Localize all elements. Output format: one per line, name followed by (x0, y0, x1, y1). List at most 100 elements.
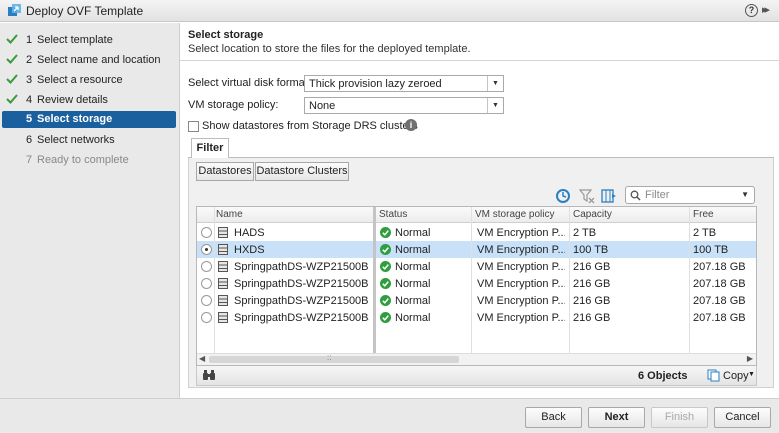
cell-status: Normal (395, 278, 431, 290)
wizard-footer: Back Next Finish Cancel (0, 398, 779, 433)
disk-format-select[interactable]: Thick provision lazy zeroed ▼ (304, 75, 504, 92)
cell-free: 207.18 GB (693, 278, 746, 290)
table-row[interactable]: HXDS Normal VM Encryption P... 100 TB 10… (197, 241, 756, 258)
cancel-button[interactable]: Cancel (714, 407, 771, 428)
expand-icon[interactable]: ▸▸ (762, 3, 770, 16)
cell-name: SpringpathDS-WZP21500BGN (234, 278, 369, 290)
refresh-icon[interactable] (555, 188, 571, 204)
row-radio[interactable] (201, 244, 212, 255)
object-count: 6 Objects (638, 370, 688, 382)
check-icon (6, 74, 18, 84)
show-drs-checkbox[interactable] (188, 121, 199, 132)
step-select-networks[interactable]: 6 Select networks (2, 132, 176, 149)
cell-free: 2 TB (693, 227, 717, 239)
main-content: Select storage Select location to store … (180, 23, 779, 398)
step-label: Select template (37, 34, 113, 46)
cell-status: Normal (395, 295, 431, 307)
datastore-icon (218, 244, 228, 255)
column-divider (214, 207, 215, 365)
binoculars-icon[interactable] (202, 370, 216, 381)
table-row[interactable]: SpringpathDS-WZP21500BF3 Normal VM Encry… (197, 258, 756, 275)
chevron-down-icon[interactable]: ▼ (487, 76, 503, 91)
check-icon (6, 34, 18, 44)
cell-capacity: 216 GB (573, 261, 611, 273)
next-button[interactable]: Next (588, 407, 645, 428)
horizontal-scrollbar[interactable]: ◀ :: ▶ (197, 353, 756, 365)
table-row[interactable]: SpringpathDS-WZP21500BJ4 Normal VM Encry… (197, 309, 756, 326)
row-radio[interactable] (201, 312, 212, 323)
step-select-template[interactable]: 1 Select template (2, 32, 176, 49)
step-select-resource[interactable]: 3 Select a resource (2, 72, 176, 89)
cell-policy: VM Encryption P... (477, 261, 565, 273)
row-radio[interactable] (201, 278, 212, 289)
storage-policy-select[interactable]: None ▼ (304, 97, 504, 114)
column-divider (569, 207, 570, 365)
step-label: Ready to complete (37, 154, 129, 166)
table-row[interactable]: SpringpathDS-WZP21500BGN Normal VM Encry… (197, 275, 756, 292)
help-icon[interactable]: ? (745, 4, 758, 17)
tab-datastores[interactable]: Datastores (196, 162, 254, 181)
ok-status-icon (380, 227, 391, 238)
table-footer: 6 Objects Copy ▼ (196, 366, 757, 386)
column-header-status[interactable]: Status (379, 209, 407, 220)
cell-name: HXDS (234, 244, 265, 256)
tab-datastore-clusters[interactable]: Datastore Clusters (255, 162, 349, 181)
cell-status: Normal (395, 312, 431, 324)
scroll-thumb[interactable] (209, 356, 459, 363)
chevron-down-icon[interactable]: ▼ (748, 371, 755, 378)
column-header-free[interactable]: Free (693, 209, 714, 220)
step-review-details[interactable]: 4 Review details (2, 92, 176, 109)
search-placeholder: Filter (645, 189, 670, 201)
column-divider (689, 207, 690, 365)
chevron-down-icon[interactable]: ▼ (741, 190, 749, 199)
table-row[interactable]: HADS Normal VM Encryption P... 2 TB 2 TB (197, 224, 756, 241)
datastore-icon (218, 261, 228, 272)
step-select-storage[interactable]: 5 Select storage (2, 111, 176, 128)
ok-status-icon (380, 244, 391, 255)
cell-free: 207.18 GB (693, 261, 746, 273)
page-title: Select storage (188, 29, 264, 41)
step-select-name-location[interactable]: 2 Select name and location (2, 52, 176, 69)
column-header-name[interactable]: Name (216, 209, 243, 220)
cell-free: 207.18 GB (693, 312, 746, 324)
scroll-right-icon[interactable]: ▶ (747, 354, 753, 363)
row-radio[interactable] (201, 295, 212, 306)
copy-button[interactable]: Copy (723, 370, 749, 382)
cell-free: 207.18 GB (693, 295, 746, 307)
wizard-steps-sidebar: 1 Select template 2 Select name and loca… (0, 23, 180, 398)
disk-format-value: Thick provision lazy zeroed (309, 78, 442, 90)
divider (180, 60, 779, 61)
frozen-column-divider[interactable] (373, 207, 376, 353)
step-number: 1 (26, 34, 33, 46)
copy-icon[interactable] (707, 369, 720, 382)
tab-filter[interactable]: Filter (191, 138, 229, 158)
step-number: 4 (26, 94, 33, 106)
info-icon[interactable]: i (405, 119, 417, 131)
cell-policy: VM Encryption P... (477, 278, 565, 290)
cell-status: Normal (395, 227, 431, 239)
row-radio[interactable] (201, 261, 212, 272)
step-label: Review details (37, 94, 108, 106)
row-radio[interactable] (201, 227, 212, 238)
filter-search-input[interactable]: Filter ▼ (625, 186, 755, 204)
title-bar: Deploy OVF Template ? ▸▸ (0, 0, 779, 22)
window-title: Deploy OVF Template (26, 4, 144, 18)
clear-filter-icon[interactable] (579, 188, 595, 204)
column-header-policy[interactable]: VM storage policy (475, 209, 554, 220)
step-number: 2 (26, 54, 33, 66)
column-header-capacity[interactable]: Capacity (573, 209, 612, 220)
step-ready-to-complete: 7 Ready to complete (2, 152, 176, 169)
back-button[interactable]: Back (525, 407, 582, 428)
page-subtitle: Select location to store the files for t… (188, 43, 471, 55)
scroll-left-icon[interactable]: ◀ (199, 354, 205, 363)
chevron-down-icon[interactable]: ▼ (487, 98, 503, 113)
column-chooser-icon[interactable] (601, 188, 617, 204)
deploy-ovf-icon (8, 4, 21, 16)
check-icon (6, 54, 18, 64)
datastore-icon (218, 278, 228, 289)
cell-policy: VM Encryption P... (477, 312, 565, 324)
cell-name: SpringpathDS-WZP21500BJ4 (234, 312, 369, 324)
cell-free: 100 TB (693, 244, 729, 256)
step-label: Select name and location (37, 54, 161, 66)
table-row[interactable]: SpringpathDS-WZP21500BHC Normal VM Encry… (197, 292, 756, 309)
